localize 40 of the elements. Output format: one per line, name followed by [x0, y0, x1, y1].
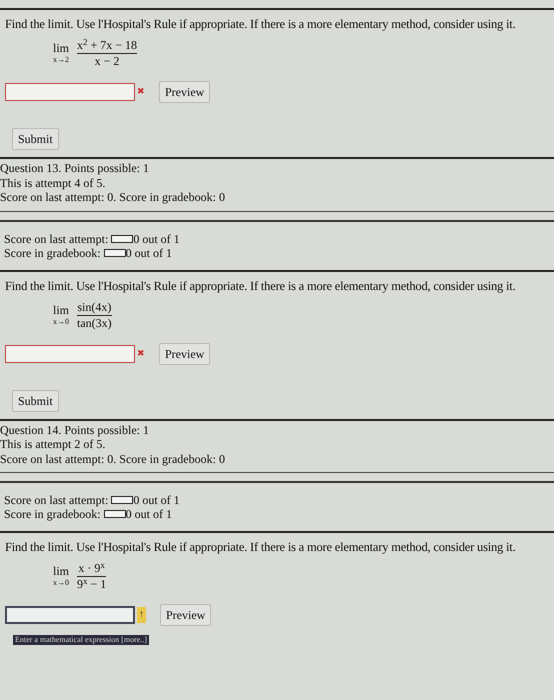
- denominator: tan(3x): [77, 316, 112, 330]
- score-label: Score on last attempt:: [4, 493, 108, 507]
- score-label: Score on last attempt:: [4, 232, 108, 246]
- input-hint-tooltip: Enter a mathematical expression [more..]: [13, 635, 149, 645]
- limit-operator: lim: [53, 304, 70, 316]
- limit-approach: x→0: [53, 316, 69, 326]
- question-prompt: Find the limit. Use l'Hospital's Rule if appropriate. If there is a more elementary method, consider using it.: [5, 16, 517, 32]
- preview-button[interactable]: Preview: [160, 604, 212, 626]
- score-value: 0 out of 1: [133, 232, 180, 246]
- error-icon: ✖: [137, 346, 145, 360]
- answer-field[interactable]: [5, 83, 135, 101]
- numerator: sin(4x): [77, 300, 112, 314]
- submit-button[interactable]: Submit: [12, 390, 59, 412]
- score-value: 0 out of 1: [133, 493, 180, 507]
- answer-field[interactable]: [5, 606, 135, 624]
- question-prompt: Find the limit. Use l'Hospital's Rule if appropriate. If there is a more elementary method, consider using it.: [5, 539, 517, 555]
- submit-button[interactable]: Submit: [12, 128, 59, 150]
- question-info-line: This is attempt 4 of 5.: [0, 176, 106, 190]
- answer-field[interactable]: [5, 344, 135, 362]
- limit-approach: x→0: [53, 578, 69, 588]
- question-info-line: This is attempt 2 of 5.: [0, 437, 106, 452]
- question-info-line: Score on last attempt: 0. Score in gradebook: 0: [0, 452, 226, 466]
- limit-approach: x→2: [53, 55, 69, 65]
- denominator: 9$^{x}$ − 1: [77, 577, 106, 592]
- numerator: x$^{2}$ + 7x − 18: [77, 38, 138, 53]
- question-info-line: Question 14. Points possible: 1: [0, 422, 150, 437]
- preview-button[interactable]: Preview: [159, 81, 210, 103]
- limit-operator: lim: [53, 565, 70, 578]
- limit-operator: lim: [53, 42, 70, 55]
- score-value: 0 out of 1: [126, 246, 172, 260]
- question-info-line: Question 13. Points possible: 1: [0, 161, 150, 176]
- question-prompt: Find the limit. Use l'Hospital's Rule if appropriate. If there is a more elementary method, consider using it.: [5, 278, 517, 294]
- error-icon: ✖: [137, 85, 145, 99]
- question-info-line: Score on last attempt: 0. Score in gradebook: 0: [0, 190, 226, 204]
- score-value: 0 out of 1: [126, 507, 172, 521]
- preview-button[interactable]: Preview: [159, 342, 210, 364]
- numerator: x · 9$^{x}$: [78, 561, 105, 576]
- score-label: Score in gradebook:: [4, 507, 101, 521]
- score-label: Score in gradebook:: [4, 246, 101, 260]
- denominator: x − 2: [94, 54, 120, 69]
